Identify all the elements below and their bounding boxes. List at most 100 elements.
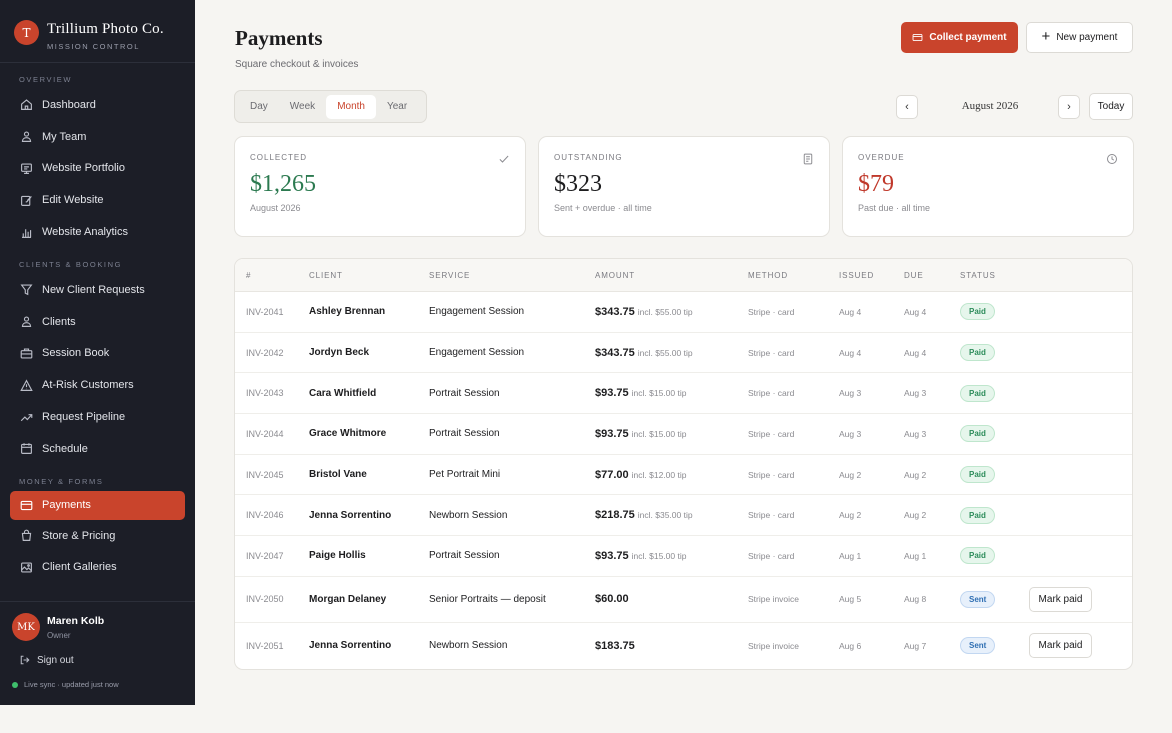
avatar: MK [12,613,40,641]
payment-method: Stripe · card [748,469,795,480]
issued-date: Aug 2 [839,510,862,521]
table-row[interactable]: INV-2042 Jordyn Beck Engagement Session $34… [235,333,1132,374]
next-period-button[interactable]: › [1058,95,1080,119]
new-payment-label: New payment [1056,32,1118,43]
sidebar-item-label: At-Risk Customers [42,379,134,392]
sidebar-item-edit-website[interactable]: Edit Website [0,184,195,216]
users-icon [19,130,33,144]
card-subtitle: Sent + overdue · all time [554,203,652,213]
card-label: COLLECTED [250,153,308,162]
status-badge: Sent [960,590,996,608]
today-button[interactable]: Today [1089,93,1133,120]
sidebar-section-label: MONEY & FORMS [19,476,104,486]
sidebar-item-request-pipeline[interactable]: Request Pipeline [0,401,195,433]
status-badge: Paid [960,547,995,565]
sidebar-item-label: Store & Pricing [42,529,116,542]
mark-paid-button[interactable]: Mark paid [1029,633,1092,659]
sidebar-item-client-galleries[interactable]: Client Galleries [0,552,195,584]
status-badge: Paid [960,506,995,524]
status-badge: Paid [960,384,995,402]
issued-date: Aug 3 [839,428,862,439]
payment-method: Stripe · card [748,388,795,399]
payment-method: Stripe invoice [748,640,800,651]
issued-date: Aug 4 [839,347,862,358]
due-date: Aug 4 [904,306,927,317]
period-label: August 2026 [961,100,1019,112]
collect-payment-button[interactable]: Collect payment [901,22,1018,53]
sidebar-item-payments[interactable]: Payments [10,490,185,520]
sidebar-item-dashboard[interactable]: Dashboard [0,89,195,121]
column-header: METHOD [748,270,789,280]
sidebar-item-label: Website Portfolio [42,162,125,175]
issued-date: Aug 5 [839,594,862,605]
sidebar-item-session-book[interactable]: Session Book [0,338,195,370]
period-tab-year[interactable]: Year [376,95,418,119]
period-tab-week[interactable]: Week [279,95,326,119]
card-value: $1,265 [250,171,316,197]
tip-note: incl. $55.00 tip [637,347,693,358]
due-date: Aug 7 [904,640,927,651]
analytics-icon [19,225,33,239]
sync-status: Live sync · updated just now [0,680,195,689]
service-name: Newborn Session [429,640,508,652]
due-date: Aug 8 [904,594,927,605]
sidebar-item-store-pricing[interactable]: Store & Pricing [0,520,195,552]
table-row[interactable]: INV-2045 Bristol Vane Pet Portrait Mini $77… [235,455,1132,496]
payments-table: # CLIENT SERVICE AMOUNT METHOD ISSUED DUE STATU… [234,258,1133,670]
sidebar-item-label: Dashboard [42,98,96,111]
sidebar-item-new-client-requests[interactable]: New Client Requests [0,274,195,306]
mark-paid-button[interactable]: Mark paid [1029,586,1092,612]
amount-value: $60.00 [595,593,629,606]
amount-value: $183.75 [595,639,635,652]
sync-dot-icon [12,681,18,688]
sidebar-item-website-analytics[interactable]: Website Analytics [0,216,195,248]
chevron-right-icon: › [1067,101,1071,113]
summary-card-outstanding: OUTSTANDING $323 Sent + overdue · all time [538,136,830,237]
payment-method: Stripe · card [748,347,795,358]
service-name: Newborn Session [429,509,508,521]
table-row[interactable]: INV-2050 Morgan Delaney Senior Portraits —… [235,577,1132,623]
sidebar-item-at-risk-customers[interactable]: At-Risk Customers [0,369,195,401]
table-row[interactable]: INV-2041 Ashley Brennan Engagement Session… [235,292,1132,333]
user-name: Maren Kolb [47,614,105,627]
service-name: Senior Portraits — deposit [429,593,546,605]
summary-card-overdue: OVERDUE $79 Past due · all time [842,136,1134,237]
status-badge: Sent [960,637,996,655]
sidebar-item-label: Client Galleries [42,561,117,574]
table-row[interactable]: INV-2046 Jenna Sorrentino Newborn Session $… [235,495,1132,537]
table-row[interactable]: INV-2044 Grace Whitmore Portrait Session $9… [235,414,1132,455]
column-header: ISSUED [839,270,875,280]
status-badge: Paid [960,303,995,321]
tip-note: incl. $35.00 tip [637,510,693,521]
main-content: Payments Square checkout & invoices Coll… [195,0,1172,733]
table-row[interactable]: INV-2043 Cara Whitfield Portrait Session $9… [235,373,1132,415]
payment-method: Stripe · card [748,306,795,317]
card-icon [912,33,923,42]
sidebar-item-label: Request Pipeline [42,411,126,424]
sidebar-footer: MK Maren Kolb Owner Sign out Live sync ·… [0,601,195,705]
sidebar-item-website-portfolio[interactable]: Website Portfolio [0,153,195,185]
period-tab-month[interactable]: Month [326,94,376,119]
sign-out-button[interactable]: Sign out [0,654,195,666]
new-payment-button[interactable]: + New payment [1026,22,1133,53]
sidebar-item-my-team[interactable]: My Team [0,121,195,153]
collect-payment-label: Collect payment [929,32,1007,43]
amount-cell: $77.00 incl. $12.00 tip [595,469,748,481]
amount-value: $93.75 [595,549,629,562]
plus-icon: + [1041,28,1051,45]
invoice-number: INV-2047 [246,550,284,561]
user-profile[interactable]: MK Maren Kolb Owner [0,602,195,641]
table-row[interactable]: INV-2047 Paige Hollis Portrait Session $93.… [235,536,1132,577]
invoice-number: INV-2043 [246,388,284,399]
card-subtitle: August 2026 [250,203,301,213]
sidebar-item-schedule[interactable]: Schedule [0,433,195,465]
table-row[interactable]: INV-2051 Jenna Sorrentino Newborn Session $… [235,623,1132,669]
sidebar-item-clients[interactable]: Clients [0,306,195,338]
column-header: CLIENT [309,270,343,280]
client-name: Paige Hollis [309,550,366,562]
brand-subtitle: MISSION CONTROL [47,41,140,51]
period-tab-day[interactable]: Day [239,95,279,119]
prev-period-button[interactable]: ‹ [896,95,918,119]
brand[interactable]: T Trillium Photo Co. MISSION CONTROL [0,0,195,63]
bag-icon [19,529,33,543]
